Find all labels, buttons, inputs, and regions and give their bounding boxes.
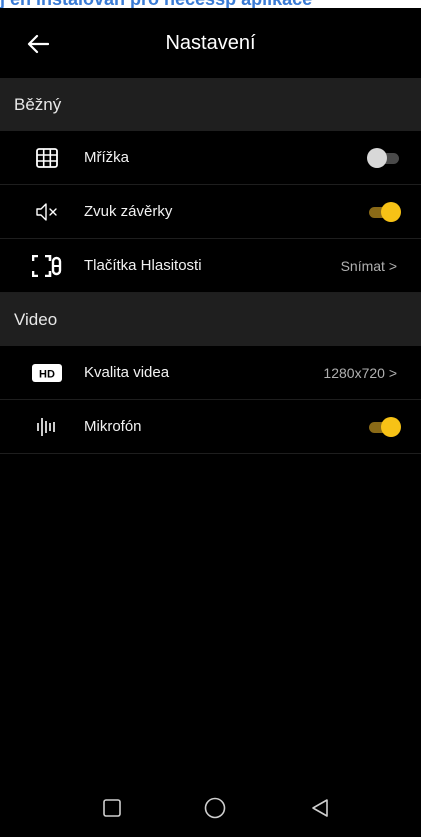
volume-buttons-icon — [32, 253, 62, 279]
banner-text: j en instalovan pro necessp aplikace — [0, 0, 421, 8]
svg-text:HD: HD — [39, 368, 55, 380]
back-button[interactable] — [20, 28, 56, 60]
setting-label-shutter-sound: Zvuk závěrky — [84, 203, 173, 220]
square-icon — [103, 799, 121, 817]
setting-row-video-quality[interactable]: HD Kvalita videa 1280x720 > — [0, 346, 421, 400]
section-header-video: Video — [0, 293, 421, 346]
section-header-general: Běžný — [0, 78, 421, 131]
setting-value-volume-buttons: Snímat > — [340, 257, 397, 274]
shutter-sound-toggle[interactable] — [367, 201, 401, 222]
toggle-knob — [381, 416, 401, 437]
setting-row-microphone[interactable]: Mikrofón — [0, 400, 421, 454]
arrow-left-icon — [27, 34, 49, 54]
hd-icon: HD — [32, 360, 62, 386]
settings-screen: Nastavení Běžný Mřížka Zvuk závěrky Tlač… — [0, 8, 421, 837]
grid-toggle[interactable] — [367, 147, 401, 168]
microphone-bars-icon — [32, 414, 62, 440]
top-banner-cropped: j en instalovan pro necessp aplikace — [0, 0, 421, 8]
circle-icon — [204, 797, 226, 819]
triangle-back-icon — [312, 799, 328, 817]
setting-row-volume-buttons[interactable]: Tlačítka Hlasitosti Snímat > — [0, 239, 421, 293]
setting-row-grid[interactable]: Mřížka — [0, 131, 421, 185]
setting-value-video-quality: 1280x720 > — [323, 364, 397, 381]
recents-button[interactable] — [92, 790, 132, 826]
speaker-muted-icon — [32, 199, 62, 225]
toggle-knob — [367, 147, 387, 168]
back-nav-button[interactable] — [300, 790, 340, 826]
setting-row-shutter-sound[interactable]: Zvuk závěrky — [0, 185, 421, 239]
setting-label-grid: Mřížka — [84, 149, 129, 166]
microphone-toggle[interactable] — [367, 416, 401, 437]
system-navigation-bar — [0, 778, 421, 837]
toggle-knob — [381, 201, 401, 222]
setting-label-volume-buttons: Tlačítka Hlasitosti — [84, 257, 202, 274]
grid-icon — [32, 145, 62, 171]
home-button[interactable] — [195, 790, 235, 826]
setting-label-microphone: Mikrofón — [84, 418, 142, 435]
page-title: Nastavení — [165, 31, 256, 54]
app-bar: Nastavení — [0, 8, 421, 78]
setting-label-video-quality: Kvalita videa — [84, 364, 170, 381]
